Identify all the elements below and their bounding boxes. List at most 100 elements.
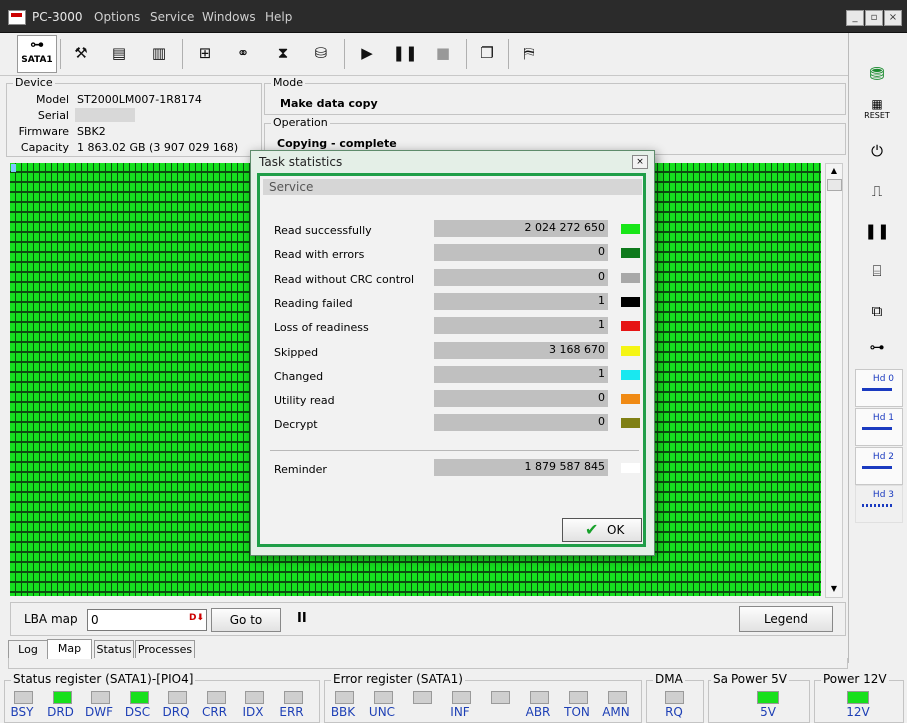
- connector-icon[interactable]: ⊶: [857, 331, 897, 363]
- error-bit-label: AMN: [602, 705, 630, 719]
- stat-row-label: Loss of readiness: [274, 321, 369, 335]
- stat-row-color-swatch: [621, 369, 640, 380]
- database-refresh-icon[interactable]: ⛃: [857, 59, 897, 91]
- tab-map[interactable]: Map: [47, 639, 92, 659]
- hd2-icon: [862, 466, 892, 469]
- right-sidebar: ⛃ ▦ RESET ⏻ ⎍ ❚❚ ⌸ ⧉ ⊶ Hd 0 Hd 1 Hd 2 Hd…: [848, 33, 907, 663]
- status-bit-label: BSY: [10, 705, 34, 719]
- play-icon[interactable]: ▶: [350, 36, 384, 70]
- window-title: PC-3000: [32, 10, 83, 24]
- map-scrollbar[interactable]: ▲ ▼: [825, 163, 843, 598]
- legend-button[interactable]: Legend: [739, 606, 833, 632]
- menu-windows[interactable]: Windows: [202, 10, 256, 24]
- reset-button[interactable]: ▦ RESET: [857, 97, 897, 129]
- exit-door-icon[interactable]: ⛿: [512, 36, 546, 70]
- status-led-3: [129, 691, 149, 704]
- ok-button[interactable]: ✔ OK: [562, 518, 642, 542]
- stat-row-label: Changed: [274, 369, 324, 383]
- ok-label: OK: [607, 523, 625, 537]
- sata-port-label: SATA1: [21, 55, 53, 65]
- app-logo-icon: [8, 10, 26, 25]
- hd1-button[interactable]: Hd 1: [855, 408, 903, 446]
- reset-label: RESET: [864, 111, 890, 120]
- menu-options[interactable]: Options: [94, 10, 140, 24]
- firmware-label: Firmware: [18, 125, 69, 138]
- lba-input[interactable]: 0 D⬇: [87, 609, 207, 631]
- stat-row-label: Read without CRC control: [274, 272, 415, 286]
- tab-processes[interactable]: Processes: [135, 640, 195, 658]
- scroll-thumb[interactable]: [827, 179, 842, 191]
- error-bit-label: UNC: [368, 705, 396, 719]
- map-pause-icon[interactable]: II: [297, 611, 307, 626]
- model-label: Model: [35, 93, 69, 106]
- minimize-button[interactable]: _: [846, 10, 864, 26]
- error-bit-label: INF: [450, 705, 470, 719]
- reminder-value: 1 879 587 845: [524, 460, 605, 473]
- power-5v-group: Sa Power 5V 5V: [708, 672, 810, 723]
- menu-service[interactable]: Service: [150, 10, 194, 24]
- hd0-button[interactable]: Hd 0: [855, 369, 903, 407]
- device-group-label: Device: [13, 76, 55, 89]
- error-bit-label: BBK: [330, 705, 356, 719]
- reminder-color-swatch: [621, 463, 640, 473]
- percent-document-icon[interactable]: ▥: [142, 36, 176, 70]
- tools-icon[interactable]: ⚒: [64, 36, 98, 70]
- sata-connector-icon: ⊶: [30, 37, 44, 53]
- scroll-down-icon[interactable]: ▼: [826, 582, 842, 596]
- hourglass-icon[interactable]: ⧗: [266, 36, 300, 70]
- stat-row-value: 3 168 670: [549, 342, 605, 356]
- power-5v-bit: 5V: [760, 705, 776, 719]
- stop-icon[interactable]: ■: [426, 36, 460, 70]
- stat-row-value-field: 1: [434, 292, 608, 310]
- power-5v-prefix: Sa: [711, 672, 730, 686]
- tree-structure-icon[interactable]: ⊞: [188, 36, 222, 70]
- hd0-label: Hd 0: [872, 374, 894, 384]
- firmware-value: SBK2: [77, 125, 106, 138]
- stat-row-value-field: 1: [434, 365, 608, 383]
- stat-row-label: Skipped: [274, 345, 319, 359]
- copy-pages-icon[interactable]: ❐: [470, 36, 504, 70]
- status-led-2: [91, 691, 110, 704]
- stat-row-value-field: 0: [434, 244, 608, 262]
- drive-config-icon[interactable]: ⌸: [857, 255, 897, 287]
- sata-port-button[interactable]: ⊶ SATA1: [17, 35, 57, 73]
- stat-row-value-field: 3 168 670: [434, 341, 608, 359]
- stat-row-color-swatch: [621, 224, 640, 234]
- stat-row-label: Read successfully: [274, 224, 372, 237]
- dialog-body-frame: Service Read successfully 2 024 272 650 Re…: [257, 173, 646, 547]
- menu-help[interactable]: Help: [265, 10, 292, 24]
- goto-button[interactable]: Go to: [211, 608, 281, 632]
- dma-rq-led: [665, 691, 684, 704]
- copy-close-icon[interactable]: ⧉: [857, 295, 897, 327]
- toolbar-separator: [344, 39, 345, 69]
- pause-icon[interactable]: ❚❚: [857, 215, 897, 247]
- status-register-group: Status register (SATA1)-[PIO4] BSY DRD DWF…: [4, 672, 320, 723]
- dialog-close-button[interactable]: ×: [632, 155, 648, 169]
- switch-icon[interactable]: ⎍: [857, 175, 897, 207]
- binoculars-icon[interactable]: ⚭: [226, 36, 260, 70]
- restore-button[interactable]: ▫: [865, 10, 883, 26]
- hd3-button[interactable]: Hd 3: [855, 485, 903, 523]
- scroll-up-icon[interactable]: ▲: [826, 164, 842, 178]
- error-register-group: Error register (SATA1) BBK UNC INF ABR TON AM…: [324, 672, 642, 723]
- stat-row-label: Reading failed: [274, 296, 353, 310]
- hd1-icon: [862, 427, 892, 430]
- tab-status[interactable]: Status: [94, 640, 134, 658]
- power-toggle-icon[interactable]: ⏻: [857, 135, 897, 167]
- hd2-button[interactable]: Hd 2: [855, 447, 903, 485]
- error-led-5: [530, 691, 549, 704]
- hd3-icon: [862, 504, 892, 507]
- disk-icon[interactable]: ⛁: [304, 36, 338, 70]
- power-12v-label: Power 12V: [821, 672, 889, 686]
- tab-log[interactable]: Log: [8, 640, 48, 658]
- task-statistics-dialog: Task statistics × Service Read successfu…: [250, 150, 655, 556]
- reset-icon: ▦: [871, 97, 883, 111]
- error-led-6: [569, 691, 588, 704]
- pause-icon[interactable]: ❚❚: [388, 36, 422, 70]
- error-led-3: [452, 691, 471, 704]
- stat-row-value: 0: [598, 391, 605, 405]
- scroll-passport-icon[interactable]: ▤: [102, 36, 136, 70]
- lba-format-icon[interactable]: D⬇: [189, 613, 204, 623]
- close-button[interactable]: ×: [884, 10, 902, 26]
- stat-row-value: 0: [598, 269, 605, 283]
